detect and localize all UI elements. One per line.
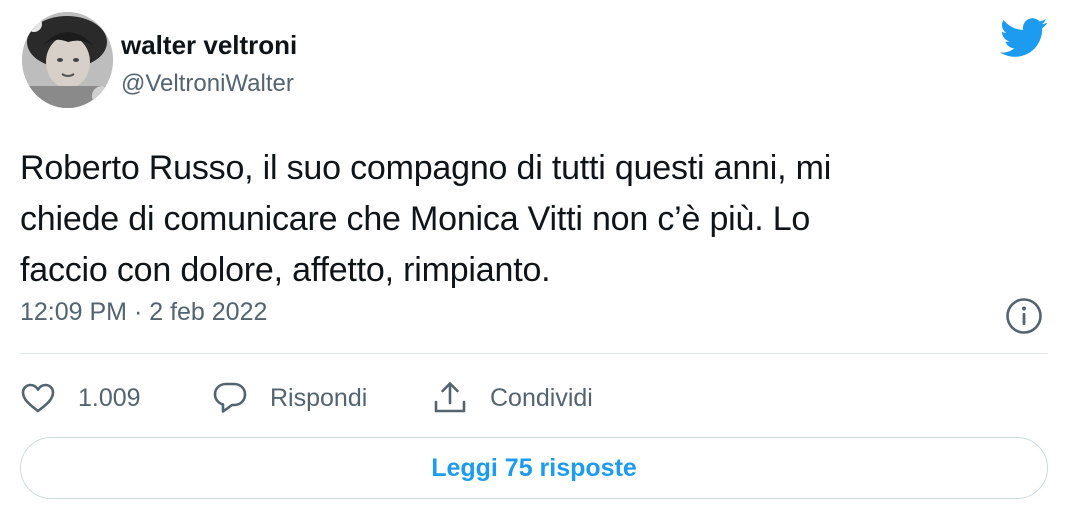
tweet-text: Roberto Russo, il suo compagno di tutti …: [20, 143, 1020, 296]
tweet-timestamp[interactable]: 12:09 PM · 2 feb 2022: [20, 298, 267, 327]
divider: [20, 353, 1048, 354]
reply-label: Rispondi: [270, 383, 368, 412]
avatar-photo: [22, 12, 113, 108]
twitter-bird-icon[interactable]: [1000, 18, 1048, 58]
like-count: 1.009: [78, 383, 141, 412]
user-handle[interactable]: @VeltroniWalter: [121, 70, 294, 98]
heart-icon: [21, 383, 55, 413]
read-replies-label: Leggi 75 risposte: [431, 453, 637, 482]
tweet-line: Roberto Russo, il suo compagno di tutti …: [20, 149, 832, 187]
like-button[interactable]: 1.009: [20, 378, 141, 418]
reply-bubble-icon: [213, 382, 247, 413]
share-button[interactable]: Condividi: [432, 378, 593, 418]
share-icon: [434, 382, 466, 413]
share-label: Condividi: [490, 383, 593, 412]
read-replies-button[interactable]: Leggi 75 risposte: [20, 437, 1048, 499]
tweet-line: chiede di comunicare che Monica Vitti no…: [20, 200, 811, 238]
tweet-line: faccio con dolore, affetto, rimpianto.: [20, 251, 551, 289]
avatar[interactable]: [22, 12, 113, 108]
reply-button[interactable]: Rispondi: [212, 378, 367, 418]
info-icon[interactable]: [1004, 296, 1044, 336]
user-display-name[interactable]: walter veltroni: [121, 30, 297, 61]
